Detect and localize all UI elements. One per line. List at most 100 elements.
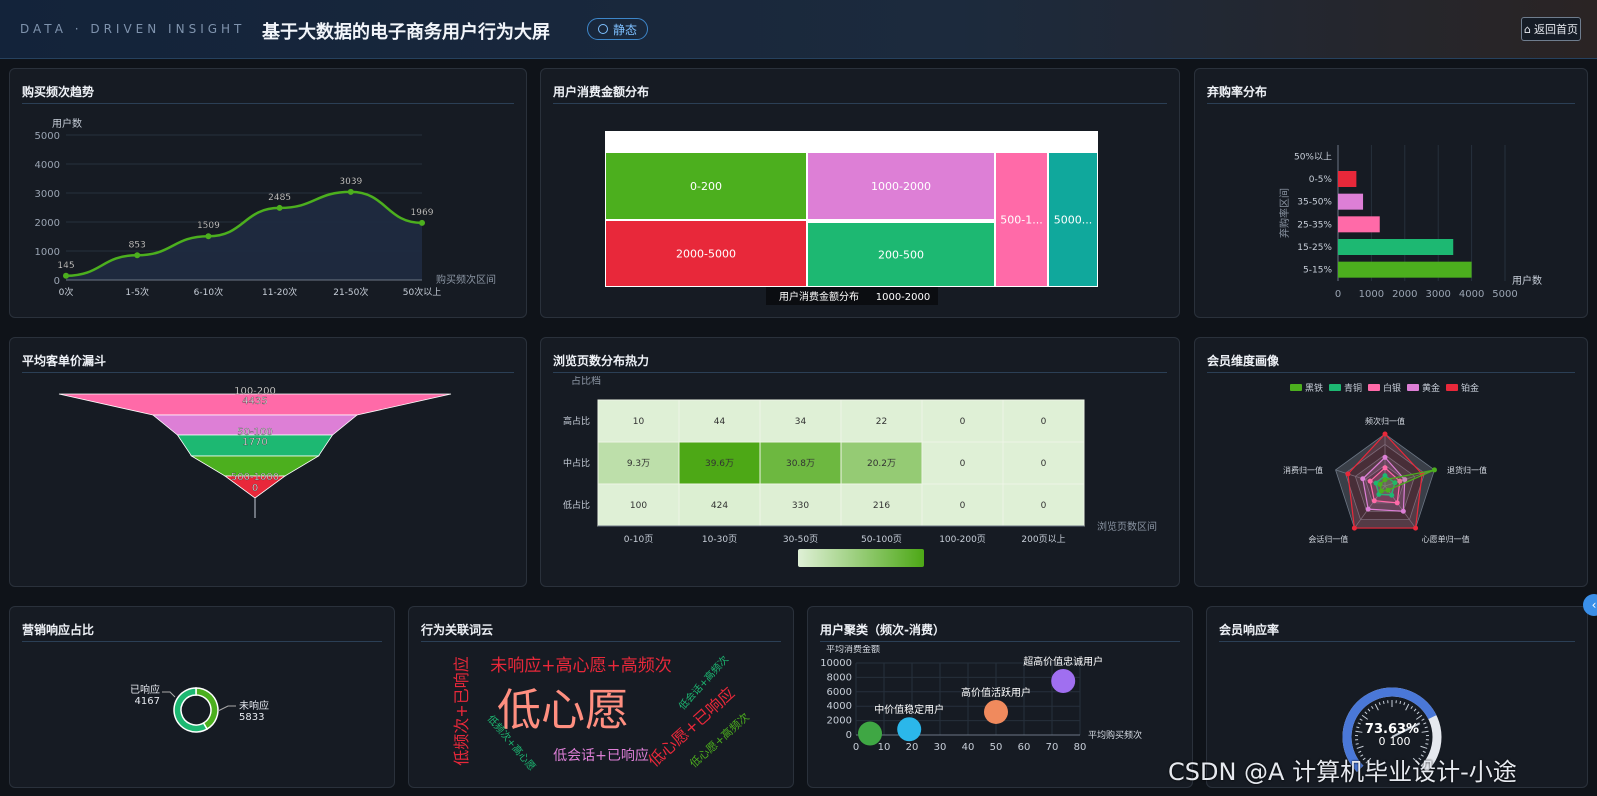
gauge-tick xyxy=(1413,708,1417,712)
x-tick-label: 10-30页 xyxy=(702,534,737,545)
panel-title: 浏览页数分布热力 xyxy=(553,354,650,368)
x-tick-label: 40 xyxy=(962,742,975,753)
panel-title: 弃购率分布 xyxy=(1207,85,1268,99)
panel-marketing: 营销响应占比 已响应 4167 未响应 5833 xyxy=(9,606,395,788)
heat-cell-label: 0 xyxy=(960,459,966,469)
radar-point xyxy=(1385,487,1391,493)
y-tick-label: 4000 xyxy=(827,701,852,712)
chevron-left-icon: ‹ xyxy=(1591,598,1597,612)
gauge-tick xyxy=(1410,705,1413,710)
heat-cell-label: 0 xyxy=(1041,501,1047,511)
spend-treemap: 0-200 1000-2000 500-1... 5000... 2000-5000 20… xyxy=(605,131,1098,305)
x-tick-label: 2000 xyxy=(1392,289,1417,300)
x-tick-label: 11-20次 xyxy=(262,286,297,298)
panel-title: 会员维度画像 xyxy=(1207,354,1280,368)
label-leader xyxy=(162,691,176,698)
bar xyxy=(1338,261,1472,278)
x-tick-label: 10 xyxy=(878,742,891,753)
radar-point xyxy=(1367,478,1373,484)
heat-cell-label: 424 xyxy=(711,501,728,511)
word: 低心愿 xyxy=(497,685,629,736)
x-axis-label: 用户数 xyxy=(1512,274,1542,287)
funnel-chart: 100-200443550-1001770500-10000 xyxy=(58,386,452,518)
y-tick-label: 低占比 xyxy=(563,499,590,511)
panel-funnel: 平均客单价漏斗 100-200 4435 50-100 1770 500-1000 0 xyxy=(9,337,527,587)
panel-member-radar: 会员维度画像 黑铁 青铜 白银 黄金 铂金 频次归一值 退货归一值 心愿单归一值 会话归一值 消费… xyxy=(1194,337,1588,587)
x-tick-label: 0 xyxy=(1335,289,1341,300)
radar-point xyxy=(1365,506,1371,512)
x-tick-label: 0 xyxy=(853,742,859,753)
radar-point xyxy=(1378,488,1384,494)
x-axis-label: 浏览页数区间 xyxy=(1097,520,1157,533)
panel-spend-dist: 用户消费金额分布 0-200 1000-2000 500-1... 5000... 20… xyxy=(540,68,1180,318)
radar-point xyxy=(1400,508,1406,514)
gauge-tick xyxy=(1421,730,1429,733)
x-tick-label: 20 xyxy=(906,742,919,753)
data-label: 1509 xyxy=(197,221,220,231)
scatter-point xyxy=(984,699,1008,724)
panel-title: 营销响应占比 xyxy=(22,623,95,637)
stage-value: 1770 xyxy=(242,437,267,448)
gauge-max-label: 100 xyxy=(1390,735,1411,748)
bar xyxy=(1338,216,1380,233)
mode-toggle-button[interactable]: 静态 xyxy=(587,18,649,40)
treemap-cell-label: 500-1... xyxy=(1000,214,1042,227)
legend-swatch xyxy=(1446,384,1458,391)
heatmap-chart: 占比档高占比 10 44 34 22 0 0 中占比 9.3万 39.6万 30.8万 20.2万 0 0… xyxy=(563,376,1157,567)
bar xyxy=(1338,239,1454,255)
gauge-tick xyxy=(1415,714,1423,720)
x-tick-label: 50次以上 xyxy=(403,286,441,298)
panel-title: 会员响应率 xyxy=(1219,623,1280,637)
y-tick-label: 2000 xyxy=(35,218,60,229)
slice-value: 5833 xyxy=(239,712,264,723)
heat-cell-label: 0 xyxy=(960,501,966,511)
radar-indicator-label: 会话归一值 xyxy=(1308,534,1348,544)
radar-indicator-label: 消费归一值 xyxy=(1283,465,1323,475)
panel-cluster: 用户聚类（频次-消费） 平均消费金额 0 2000 4000 6000 8000 10000… xyxy=(807,606,1193,788)
data-label: 1969 xyxy=(411,208,434,218)
x-tick-label: 0-10页 xyxy=(624,534,653,545)
gauge-tick xyxy=(1374,703,1379,711)
x-tick-label: 4000 xyxy=(1459,289,1484,300)
y-tick-label: 中占比 xyxy=(563,457,590,469)
x-tick-label: 50 xyxy=(990,742,1003,753)
y-axis-label: 用户数 xyxy=(52,117,82,130)
tooltip-name: 用户消费金额分布 xyxy=(779,290,859,303)
gauge-tick xyxy=(1405,703,1410,711)
gauge-tick xyxy=(1423,722,1427,725)
point-label: 超高价值忠诚用户 xyxy=(1023,655,1103,668)
panel-title: 购买频次趋势 xyxy=(22,85,95,99)
visual-map-bar xyxy=(798,549,924,567)
heat-cell-label: 39.6万 xyxy=(705,459,734,469)
heat-cell-label: 0 xyxy=(1041,459,1047,469)
data-point xyxy=(63,272,69,279)
panel-heatmap: 浏览页数分布热力 占比档 高占比 10 44 34 22 0 0 中占比 9.3万 39.6万 30.… xyxy=(540,337,1180,587)
legend-swatch xyxy=(1407,384,1419,391)
x-tick-label: 21-50次 xyxy=(333,286,368,298)
radar-point xyxy=(1389,492,1395,498)
y-tick-label: 5-15% xyxy=(1303,266,1332,276)
area-fill xyxy=(66,191,422,280)
circle-icon xyxy=(598,24,608,34)
point-label: 中价值稳定用户 xyxy=(874,703,944,716)
stage-value: 4435 xyxy=(242,396,267,407)
radar-point xyxy=(1382,431,1388,437)
home-button[interactable]: ⌂ 返回首页 xyxy=(1521,17,1581,41)
gauge-tick xyxy=(1399,700,1402,705)
radar-indicator-label: 退货归一值 xyxy=(1447,465,1487,475)
x-tick-label: 80 xyxy=(1074,742,1087,753)
radar-point xyxy=(1382,465,1388,471)
y-tick-label: 4000 xyxy=(35,160,60,171)
y-tick-label: 50%以上 xyxy=(1294,151,1332,162)
heat-cell-label: 10 xyxy=(633,417,645,427)
x-axis-label: 平均购买频次 xyxy=(1088,729,1142,741)
word: 未响应+高心愿+高频次 xyxy=(490,656,672,676)
home-icon: ⌂ xyxy=(1524,22,1531,36)
x-tick-label: 50-100页 xyxy=(861,534,902,545)
radar-point xyxy=(1345,471,1351,477)
stage-value: 0 xyxy=(252,483,258,494)
radar-indicator-label: 心愿单归一值 xyxy=(1422,534,1470,544)
scatter-point xyxy=(858,721,882,746)
panel-title: 行为关联词云 xyxy=(421,623,494,637)
y-tick-label: 8000 xyxy=(827,672,852,683)
